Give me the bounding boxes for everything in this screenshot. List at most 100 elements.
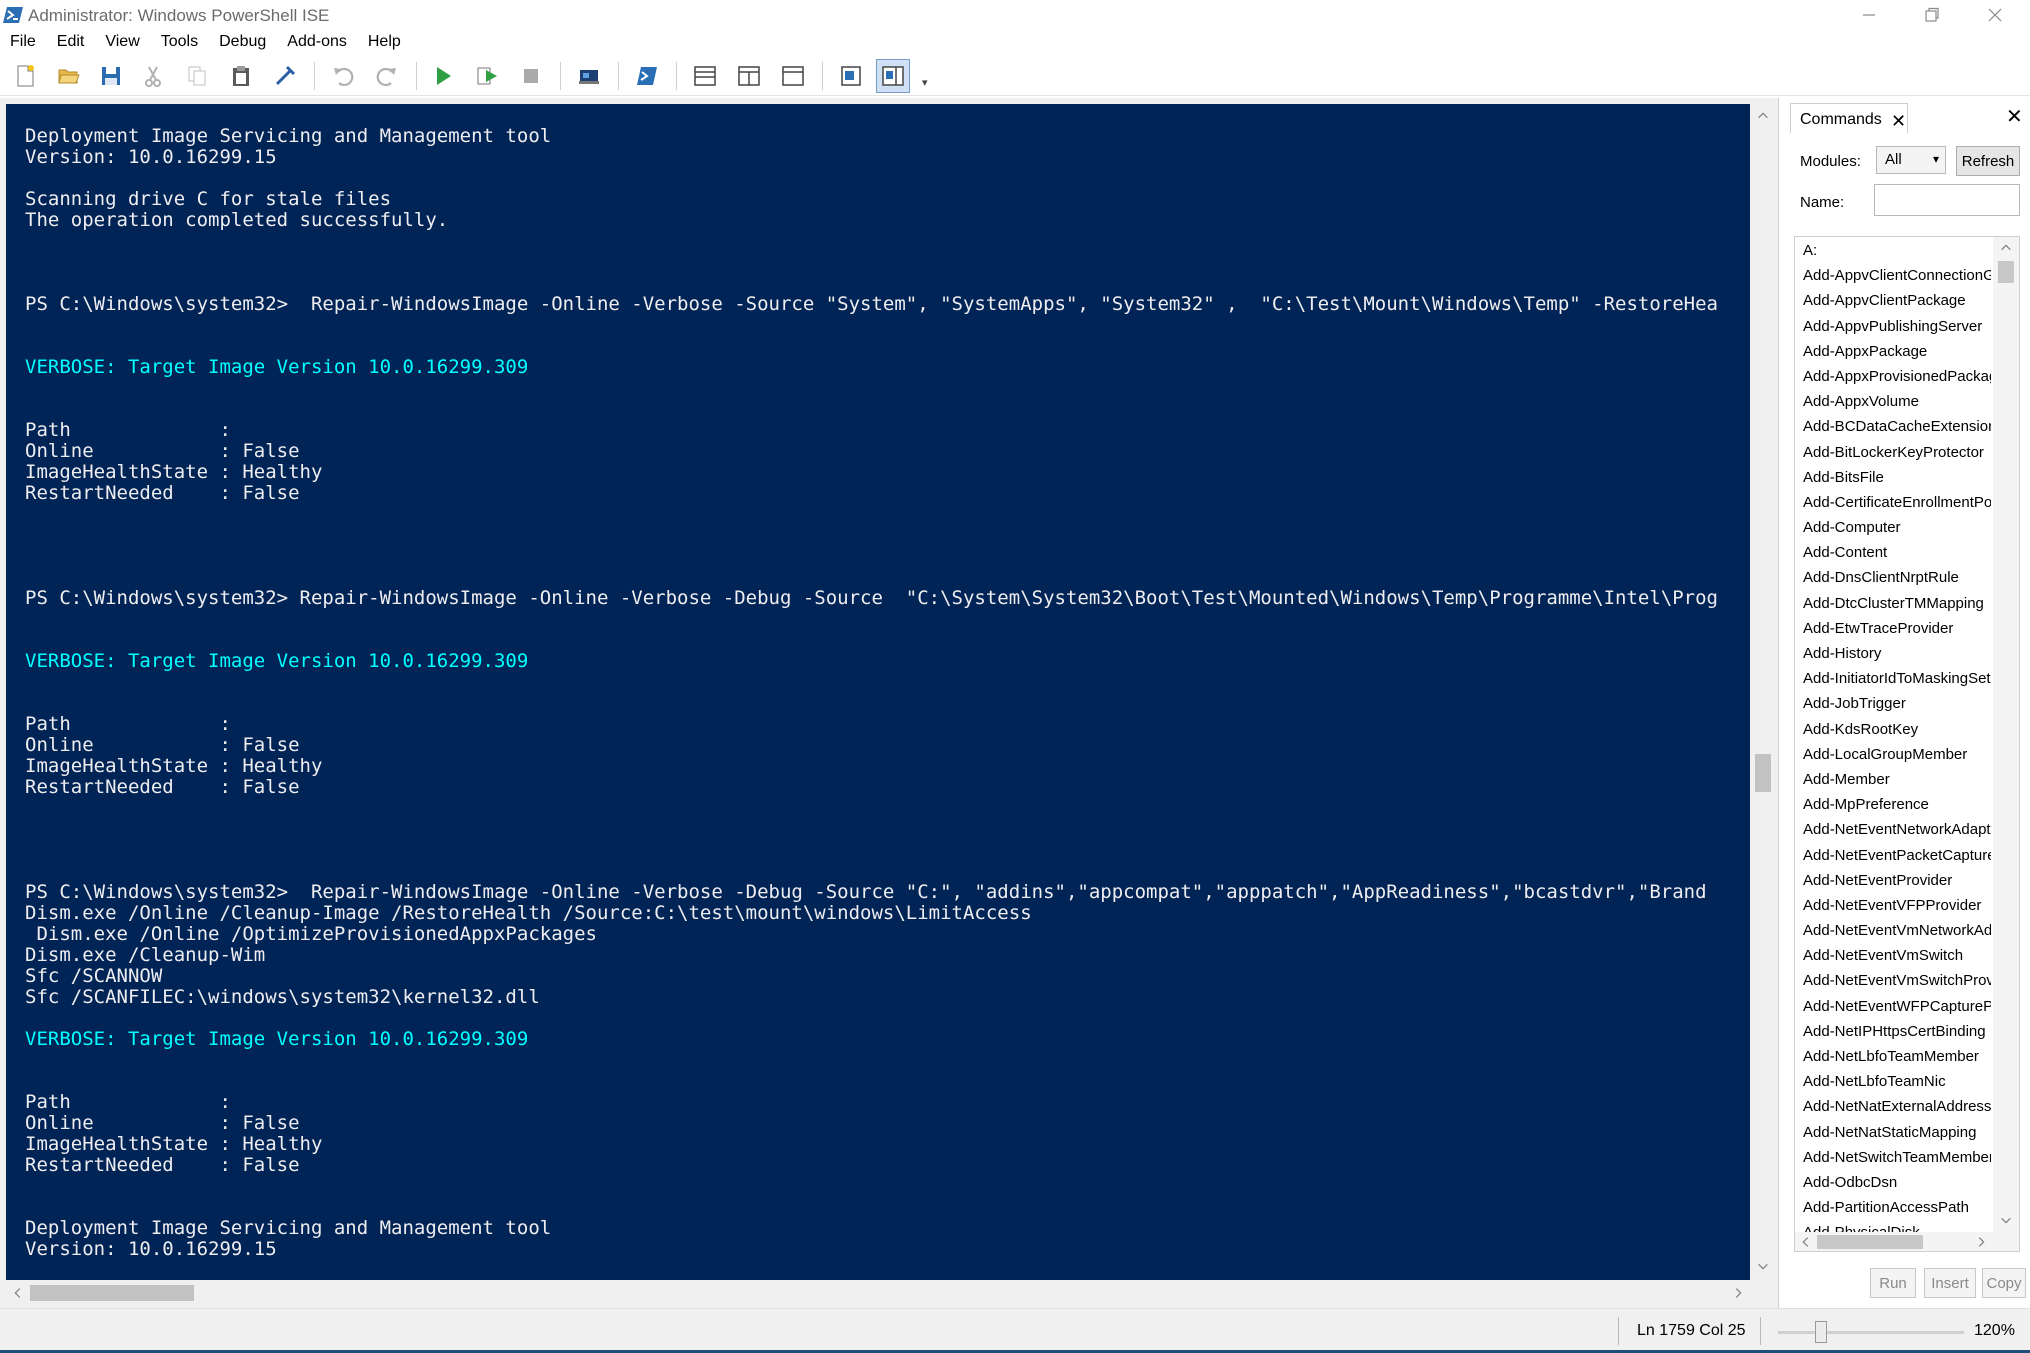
cut-icon[interactable] [136,59,170,93]
toolbar-overflow-icon[interactable]: ▾ [922,76,928,89]
console-vertical-scrollbar[interactable] [1752,104,1774,1280]
list-item[interactable]: Add-KdsRootKey [1795,716,1991,741]
name-input[interactable] [1874,184,2020,216]
list-item[interactable]: Add-Member [1795,766,1991,791]
command-list[interactable]: A:Add-AppvClientConnectionGroupAdd-AppvC… [1794,236,2020,1252]
list-item[interactable]: Add-NetLbfoTeamMember [1795,1043,1991,1068]
script-pane-maximized-icon[interactable] [776,59,810,93]
list-item[interactable]: Add-NetEventPacketCaptureProvider [1795,842,1991,867]
list-item[interactable]: Add-EtwTraceProvider [1795,615,1991,640]
list-item[interactable]: Add-CertificateEnrollmentPolicyServer [1795,489,1991,514]
script-pane-right-icon[interactable] [732,59,766,93]
command-list-vertical-scrollbar[interactable] [1993,237,2019,1232]
menu-edit[interactable]: Edit [47,31,96,55]
console-line: Sfc /SCANNOW [25,965,163,987]
refresh-button[interactable]: Refresh [1956,146,2020,176]
list-item[interactable]: Add-InitiatorIdToMaskingSet [1795,665,1991,690]
list-item[interactable]: Add-AppxVolume [1795,388,1991,413]
scroll-down-icon[interactable] [1755,1258,1771,1274]
show-script-pane-icon[interactable] [834,59,868,93]
run-selection-icon[interactable] [470,59,504,93]
scroll-up-icon[interactable] [1998,240,2014,256]
console-horizontal-scrollbar[interactable] [6,1282,1750,1304]
list-item[interactable]: A: [1795,237,1991,262]
command-list-scroll-thumb[interactable] [1998,261,2014,283]
list-item[interactable]: Add-BitsFile [1795,464,1991,489]
close-icon[interactable] [1966,0,2024,30]
console-horizontal-scroll-thumb[interactable] [30,1285,194,1301]
command-list-horizontal-thumb[interactable] [1817,1235,1923,1249]
paste-icon[interactable] [224,59,258,93]
scroll-left-icon[interactable] [10,1285,26,1301]
run-icon[interactable] [426,59,460,93]
copy-icon[interactable] [180,59,214,93]
scroll-right-icon[interactable] [1973,1234,1989,1250]
list-item[interactable]: Add-DtcClusterTMMapping [1795,590,1991,615]
stop-icon[interactable] [514,59,548,93]
remote-powershell-icon[interactable] [572,59,606,93]
start-powershell-icon[interactable] [630,59,664,93]
modules-select[interactable]: All ▾ [1876,146,1946,174]
list-item[interactable]: Add-NetEventVFPProvider [1795,892,1991,917]
list-item[interactable]: Add-BitLockerKeyProtector [1795,439,1991,464]
list-item[interactable]: Add-BCDataCacheExtension [1795,413,1991,438]
scroll-right-icon[interactable] [1730,1285,1746,1301]
new-file-icon[interactable] [8,59,42,93]
list-item[interactable]: Add-NetEventVmSwitch [1795,942,1991,967]
console-pane[interactable]: Deployment Image Servicing and Managemen… [6,104,1750,1280]
insert-button[interactable]: Insert [1924,1268,1976,1298]
restore-icon[interactable] [1903,0,1961,30]
run-button[interactable]: Run [1870,1268,1916,1298]
list-item[interactable]: Add-DnsClientNrptRule [1795,564,1991,589]
undo-icon[interactable] [326,59,360,93]
zoom-slider-thumb[interactable] [1815,1321,1828,1343]
menu-debug[interactable]: Debug [209,31,277,55]
list-item[interactable]: Add-NetEventWFPCaptureProvider [1795,993,1991,1018]
list-item[interactable]: Add-NetEventVmNetworkAdapter [1795,917,1991,942]
console-vertical-scroll-thumb[interactable] [1755,754,1771,792]
minimize-icon[interactable] [1840,0,1898,30]
command-list-horizontal-scrollbar[interactable] [1795,1232,2019,1251]
list-item[interactable]: Add-NetEventNetworkAdapter [1795,816,1991,841]
copy-button[interactable]: Copy [1982,1268,2026,1298]
menu-file[interactable]: File [0,31,47,55]
menu-view[interactable]: View [95,31,150,55]
scroll-up-icon[interactable] [1755,108,1771,124]
close-tab-icon[interactable]: ✕ [1891,111,1906,132]
scroll-left-icon[interactable] [1798,1234,1814,1250]
list-item[interactable]: Add-NetSwitchTeamMember [1795,1144,1991,1169]
scroll-down-icon[interactable] [1998,1212,2014,1228]
list-item[interactable]: Add-JobTrigger [1795,690,1991,715]
list-item[interactable]: Add-LocalGroupMember [1795,741,1991,766]
list-item[interactable]: Add-AppvClientPackage [1795,287,1991,312]
list-item[interactable]: Add-AppxProvisionedPackage [1795,363,1991,388]
list-item[interactable]: Add-AppvPublishingServer [1795,313,1991,338]
list-item[interactable]: Add-Content [1795,539,1991,564]
menu-addons[interactable]: Add-ons [277,31,358,55]
zoom-slider[interactable] [1778,1331,1964,1334]
list-item[interactable]: Add-PartitionAccessPath [1795,1194,1991,1219]
list-item[interactable]: Add-NetIPHttpsCertBinding [1795,1018,1991,1043]
list-item[interactable]: Add-AppxPackage [1795,338,1991,363]
list-item[interactable]: Add-AppvClientConnectionGroup [1795,262,1991,287]
list-item[interactable]: Add-MpPreference [1795,791,1991,816]
tab-commands[interactable]: Commands ✕ [1790,103,1908,133]
list-item[interactable]: Add-OdbcDsn [1795,1169,1991,1194]
list-item[interactable]: Add-Computer [1795,514,1991,539]
menu-tools[interactable]: Tools [151,31,209,55]
script-pane-top-icon[interactable] [688,59,722,93]
save-icon[interactable] [94,59,128,93]
list-item[interactable]: Add-NetNatStaticMapping [1795,1119,1991,1144]
redo-icon[interactable] [370,59,404,93]
list-item[interactable]: Add-NetEventProvider [1795,867,1991,892]
show-command-addon-icon[interactable] [876,59,910,93]
open-folder-icon[interactable] [52,59,86,93]
list-item[interactable]: Add-History [1795,640,1991,665]
list-item[interactable]: Add-NetEventVmSwitchProvider [1795,967,1991,992]
close-pane-icon[interactable]: ✕ [2006,104,2023,129]
menu-help[interactable]: Help [358,31,412,55]
pane-splitter[interactable] [1778,98,1784,1308]
clear-console-icon[interactable] [268,59,302,93]
list-item[interactable]: Add-NetNatExternalAddress [1795,1093,1991,1118]
list-item[interactable]: Add-NetLbfoTeamNic [1795,1068,1991,1093]
